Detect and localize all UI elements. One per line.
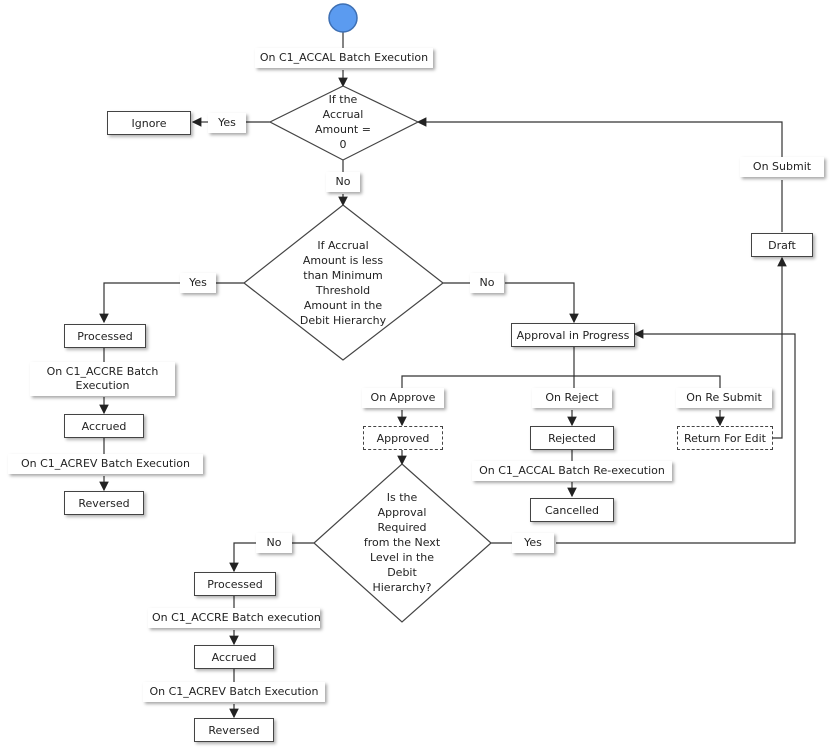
ignore-status: Ignore [107,111,191,135]
cancelled-status: Cancelled [530,498,614,522]
decision3-yes-label: Yes [512,533,554,553]
on-reject-label: On Reject [532,388,612,408]
start-event-label: On C1_ACCAL Batch Execution [255,48,433,68]
decision-next-level-text: Is the Approval Required from the Next L… [363,491,441,594]
decision2-yes-label: Yes [180,273,216,293]
approved-status: Approved [363,426,443,450]
bottom-accrued-status: Accrued [194,645,274,669]
bottom-processed-status: Processed [194,572,276,596]
on-approve-label: On Approve [362,388,444,408]
decision1-yes-label: Yes [208,113,246,133]
acrev-event-label: On C1_ACREV Batch Execution [8,454,203,474]
draft-status: Draft [751,233,813,257]
start-node [328,3,358,33]
bottom-acrev-event-label: On C1_ACREV Batch Execution [143,682,325,702]
decision-min-threshold-text: If Accrual Amount is less than Minimum T… [299,239,387,327]
accre-event-label: On C1_ACCRE Batch Execution [30,362,175,396]
decision3-no-label: No [256,533,292,553]
decision2-no-label: No [470,273,504,293]
decision-accrual-zero-text: If the Accrual Amount = 0 [315,93,371,151]
bottom-reversed-status: Reversed [194,718,274,742]
processed-status: Processed [64,324,146,348]
reversed-status: Reversed [64,491,144,515]
approval-in-progress-status: Approval in Progress [511,323,635,347]
on-resubmit-label: On Re Submit [676,388,772,408]
return-for-edit-status: Return For Edit [677,426,773,450]
bottom-accre-event-label: On C1_ACCRE Batch execution [148,608,321,628]
reexec-event-label: On C1_ACCAL Batch Re-execution [472,461,672,481]
decision1-no-label: No [326,172,360,192]
on-submit-label: On Submit [740,157,824,177]
accrued-status: Accrued [64,414,144,438]
rejected-status: Rejected [530,426,614,450]
